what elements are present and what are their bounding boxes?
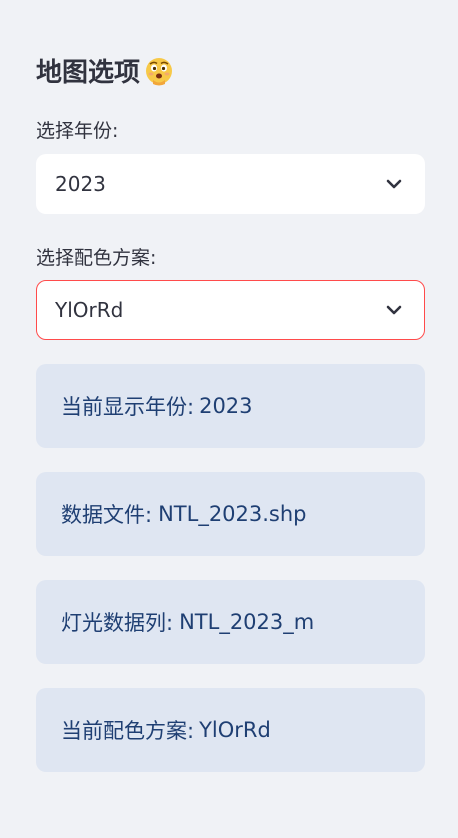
info-label: 当前显示年份: <box>61 395 195 419</box>
chevron-down-icon <box>386 305 402 315</box>
info-box-current-colormap: 当前配色方案: YlOrRd <box>36 688 425 772</box>
info-label: 数据文件: <box>61 503 153 527</box>
info-box-current-year: 当前显示年份: 2023 <box>36 364 425 448</box>
info-label: 当前配色方案: <box>61 719 195 743</box>
chevron-down-icon <box>386 179 402 189</box>
info-value: YlOrRd <box>199 718 271 742</box>
info-box-light-column: 灯光数据列: NTL_2023_m <box>36 580 425 664</box>
year-select[interactable]: 2023 <box>36 154 425 214</box>
info-value: NTL_2023_m <box>179 610 315 634</box>
year-select-value: 2023 <box>55 172 106 196</box>
year-select-label: 选择年份: <box>36 120 119 142</box>
info-box-data-file: 数据文件: NTL_2023.shp <box>36 472 425 556</box>
colormap-select[interactable]: YlOrRd <box>36 280 425 340</box>
info-value: NTL_2023.shp <box>158 502 307 526</box>
info-value: 2023 <box>199 394 253 418</box>
info-label: 灯光数据列: <box>61 611 174 635</box>
sidebar-title: 地图选项 <box>36 52 174 89</box>
thinking-face-emoji-icon <box>144 56 174 86</box>
sidebar-title-text: 地图选项 <box>36 58 141 88</box>
colormap-select-label: 选择配色方案: <box>36 247 157 269</box>
colormap-select-value: YlOrRd <box>55 298 124 322</box>
